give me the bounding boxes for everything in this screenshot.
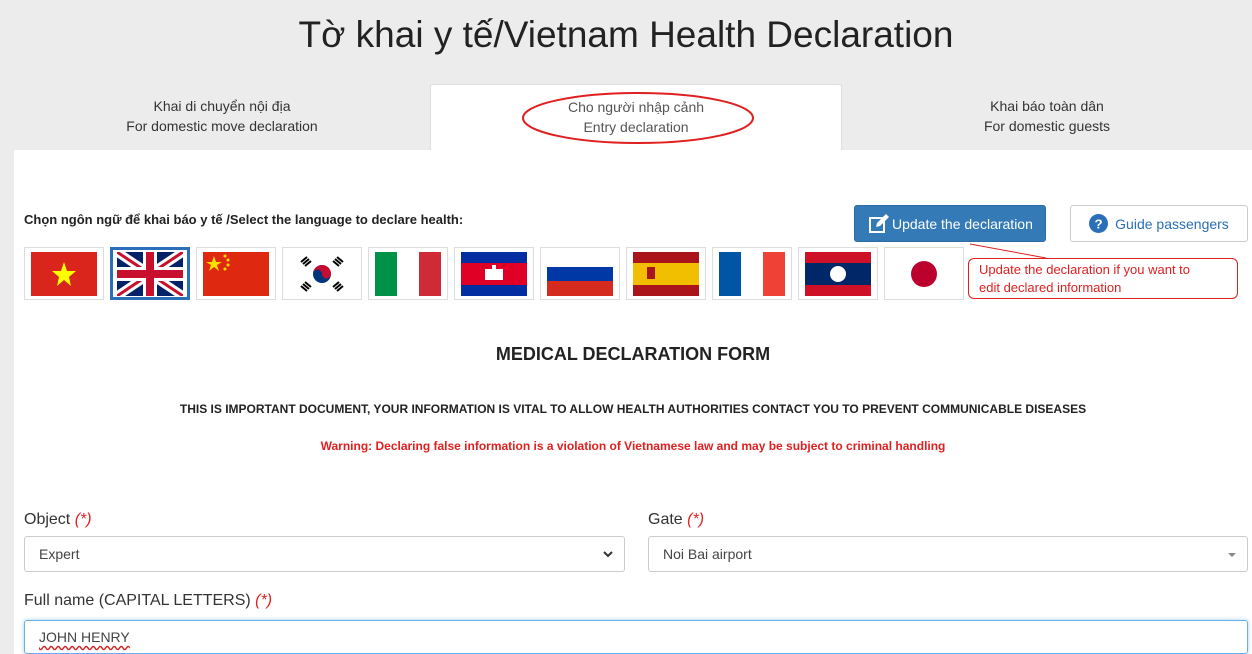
tab-domestic-move[interactable]: Khai di chuyển nội địa For domestic move… (14, 84, 430, 150)
japan-flag-icon (891, 251, 957, 296)
required-marker: (*) (687, 511, 705, 528)
tab-domestic-guests-line1: Khai báo toàn dân (990, 98, 1104, 114)
question-circle-icon: ? (1089, 214, 1109, 233)
update-declaration-label: Update the declaration (892, 215, 1033, 232)
flag-italy-button[interactable] (368, 247, 448, 300)
uk-flag-icon (117, 251, 183, 296)
flag-south-korea-button[interactable] (282, 247, 362, 300)
update-declaration-button[interactable]: Update the declaration (854, 205, 1046, 242)
object-select[interactable]: Expert (24, 536, 625, 572)
callout-line2: edit declared information (979, 280, 1122, 295)
flag-united-kingdom-button[interactable] (110, 247, 190, 300)
russia-flag-icon (547, 251, 613, 296)
fullname-input-value: JOHN HENRY (39, 629, 130, 645)
page-title: Tờ khai y tế/Vietnam Health Declaration (298, 14, 954, 55)
flag-vietnam-button[interactable] (24, 247, 104, 300)
china-flag-icon (203, 251, 269, 296)
spain-flag-icon (633, 251, 699, 296)
south-korea-flag-icon (289, 251, 355, 296)
tab-domestic-move-line1: Khai di chuyển nội địa (153, 98, 291, 114)
flag-cambodia-button[interactable] (454, 247, 534, 300)
flag-laos-button[interactable] (798, 247, 878, 300)
tab-domestic-guests-line2: For domestic guests (983, 118, 1111, 134)
guide-passengers-button[interactable]: ? Guide passengers (1070, 205, 1248, 242)
update-callout: Update the declaration if you want to ed… (968, 258, 1238, 299)
tab-entry-line1: Cho người nhập cảnh (567, 99, 705, 115)
callout-line1: Update the declaration if you want to (979, 262, 1191, 277)
guide-passengers-label: Guide passengers (1115, 215, 1229, 232)
fullname-label-text: Full name (CAPITAL LETTERS) (24, 592, 251, 609)
form-warning: Warning: Declaring false information is … (320, 439, 946, 453)
fullname-input[interactable]: JOHN HENRY (24, 620, 1248, 654)
object-select-value: Expert (39, 546, 80, 562)
form-important-note: THIS IS IMPORTANT DOCUMENT, YOUR INFORMA… (179, 402, 1087, 416)
required-marker: (*) (255, 592, 273, 609)
cambodia-flag-icon (461, 251, 527, 296)
fullname-field-label: Full name (CAPITAL LETTERS) (*) (24, 592, 272, 610)
france-flag-icon (719, 251, 785, 296)
tab-entry-line2: Entry declaration (583, 119, 689, 135)
laos-flag-icon (805, 251, 871, 296)
chevron-down-icon (603, 551, 613, 558)
tab-domestic-move-line2: For domestic move declaration (126, 118, 318, 134)
gate-select[interactable]: Noi Bai airport (648, 536, 1248, 572)
tab-domestic-guests[interactable]: Khai báo toàn dân For domestic guests (842, 84, 1252, 150)
required-marker: (*) (74, 511, 92, 528)
italy-flag-icon (375, 251, 441, 296)
flag-china-button[interactable] (196, 247, 276, 300)
flag-japan-button[interactable] (884, 247, 964, 300)
object-label-text: Object (24, 511, 71, 528)
gate-select-value: Noi Bai airport (663, 546, 752, 562)
svg-text:?: ? (1095, 216, 1103, 231)
gate-label-text: Gate (648, 511, 683, 528)
tab-entry-declaration[interactable]: Cho người nhập cảnh Entry declaration (430, 84, 842, 150)
object-field-label: Object (*) (24, 511, 92, 529)
gate-field-label: Gate (*) (648, 511, 704, 529)
edit-icon (869, 213, 889, 233)
language-select-label: Chọn ngôn ngữ để khai báo y tế /Select t… (24, 212, 464, 227)
main-panel: Chọn ngôn ngữ để khai báo y tế /Select t… (14, 150, 1252, 654)
flag-russia-button[interactable] (540, 247, 620, 300)
flag-spain-button[interactable] (626, 247, 706, 300)
form-heading: MEDICAL DECLARATION FORM (495, 344, 771, 364)
flag-france-button[interactable] (712, 247, 792, 300)
vietnam-flag-icon (31, 251, 97, 296)
caret-down-icon (1228, 553, 1236, 557)
